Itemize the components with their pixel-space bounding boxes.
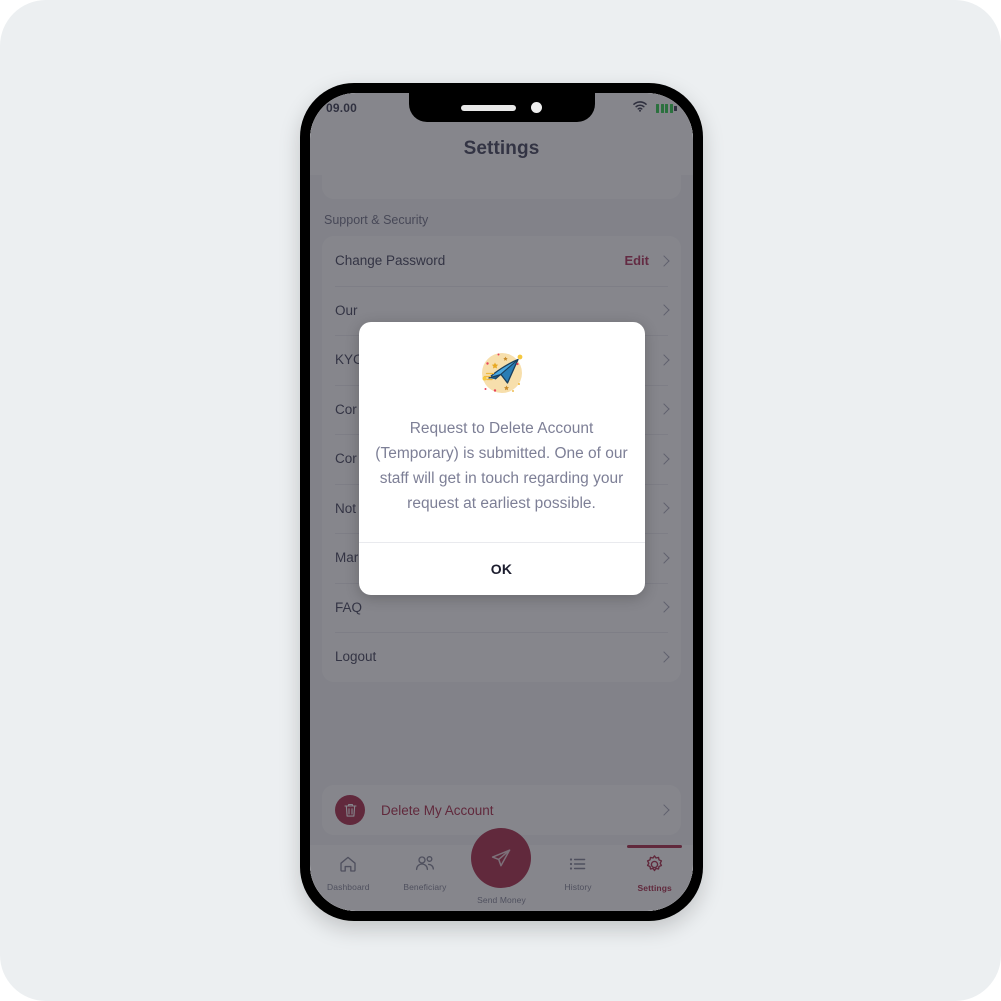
dialog-ok-button[interactable]: OK	[359, 543, 645, 595]
phone-frame: 09.00	[300, 83, 703, 921]
speaker-grill-icon	[461, 104, 516, 111]
phone-screen: 09.00	[310, 93, 693, 911]
page-canvas: 09.00	[0, 0, 1001, 1001]
paper-plane-illustration	[481, 353, 522, 393]
phone-notch	[408, 93, 595, 122]
delete-account-confirmation-dialog: Request to Delete Account (Temporary) is…	[358, 322, 645, 595]
dialog-message: Request to Delete Account (Temporary) is…	[375, 420, 628, 512]
dialog-body: Request to Delete Account (Temporary) is…	[359, 322, 645, 542]
front-camera-icon	[531, 102, 542, 113]
